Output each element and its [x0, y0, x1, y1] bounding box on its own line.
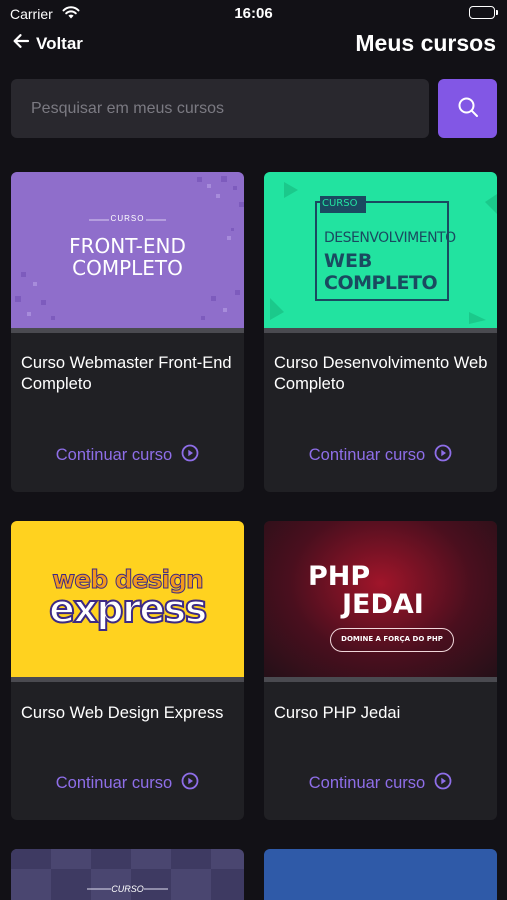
course-thumbnail: CURSO DESENVOLVIMENTO WEB COMPLETO: [264, 172, 497, 328]
thumbnail-tag: DOMINE A FORÇA DO PHP: [330, 628, 454, 652]
progress-track: [264, 328, 497, 333]
course-card[interactable]: PHP JEDAI DOMINE A FORÇA DO PHP Curso PH…: [264, 521, 497, 820]
thumbnail-headline: COMPLETO: [72, 256, 183, 280]
continue-course-link[interactable]: Continuar curso: [264, 444, 497, 467]
play-circle-icon: [181, 444, 199, 467]
thumbnail-small-caption: CURSO: [111, 884, 144, 894]
progress-track: [11, 328, 244, 333]
thumbnail-small-caption: CURSO: [110, 214, 145, 223]
thumbnail-headline: FRONT-END: [69, 234, 186, 258]
thumbnail-headline: COMPLETO: [324, 272, 438, 294]
course-thumbnail: [264, 849, 497, 900]
search-input[interactable]: [11, 79, 429, 138]
course-title: Curso PHP Jedai: [274, 704, 401, 722]
continue-course-link[interactable]: Continuar curso: [11, 772, 244, 795]
course-title: Curso Desenvolvimento Web Completo: [274, 354, 488, 393]
course-card[interactable]: [264, 849, 497, 900]
course-card[interactable]: CURSO DESENVOLVIMENTO WEB COMPLETO Curso…: [264, 172, 497, 492]
search-button[interactable]: [438, 79, 497, 138]
course-thumbnail: CURSO: [11, 849, 244, 900]
thumbnail-small-caption: CURSO: [322, 198, 358, 209]
continue-course-label: Continuar curso: [308, 446, 426, 464]
clock: 16:06: [234, 5, 273, 22]
course-card[interactable]: web design express Curso Web Design Expr…: [11, 521, 244, 820]
course-card[interactable]: CURSO FRONT-END COMPLETO Curso Webmaster…: [11, 172, 244, 492]
status-bar: Carrier 16:06: [0, 0, 507, 28]
course-title: Curso Webmaster Front-End Completo: [21, 354, 232, 393]
back-label: Voltar: [36, 33, 83, 53]
continue-course-label: Continuar curso: [55, 446, 173, 464]
progress-track: [11, 677, 244, 682]
battery-icon: [469, 6, 498, 19]
thumbnail-headline: DESENVOLVIMENTO: [324, 230, 456, 246]
play-circle-icon: [434, 772, 452, 795]
thumbnail-headline: express: [48, 586, 208, 632]
thumbnail-headline: WEB: [324, 250, 373, 272]
continue-course-label: Continuar curso: [55, 774, 173, 792]
thumbnail-headline: PHP: [308, 561, 371, 592]
search-row: [11, 79, 497, 138]
continue-course-link[interactable]: Continuar curso: [264, 772, 497, 795]
play-circle-icon: [434, 444, 452, 467]
course-title: Curso Web Design Express: [21, 704, 224, 722]
search-icon: [457, 96, 479, 121]
arrow-left-icon: [12, 33, 30, 54]
navigation-bar: Voltar Meus cursos: [0, 28, 507, 68]
course-card[interactable]: CURSO: [11, 849, 244, 900]
page-title: Meus cursos: [355, 30, 496, 56]
back-button[interactable]: Voltar: [12, 33, 83, 54]
course-thumbnail: PHP JEDAI DOMINE A FORÇA DO PHP: [264, 521, 497, 677]
continue-course-link[interactable]: Continuar curso: [11, 444, 244, 467]
thumbnail-headline: JEDAI: [342, 589, 424, 620]
course-thumbnail: web design express: [11, 521, 244, 677]
continue-course-label: Continuar curso: [308, 774, 426, 792]
play-circle-icon: [181, 772, 199, 795]
progress-track: [264, 677, 497, 682]
course-thumbnail: CURSO FRONT-END COMPLETO: [11, 172, 244, 328]
